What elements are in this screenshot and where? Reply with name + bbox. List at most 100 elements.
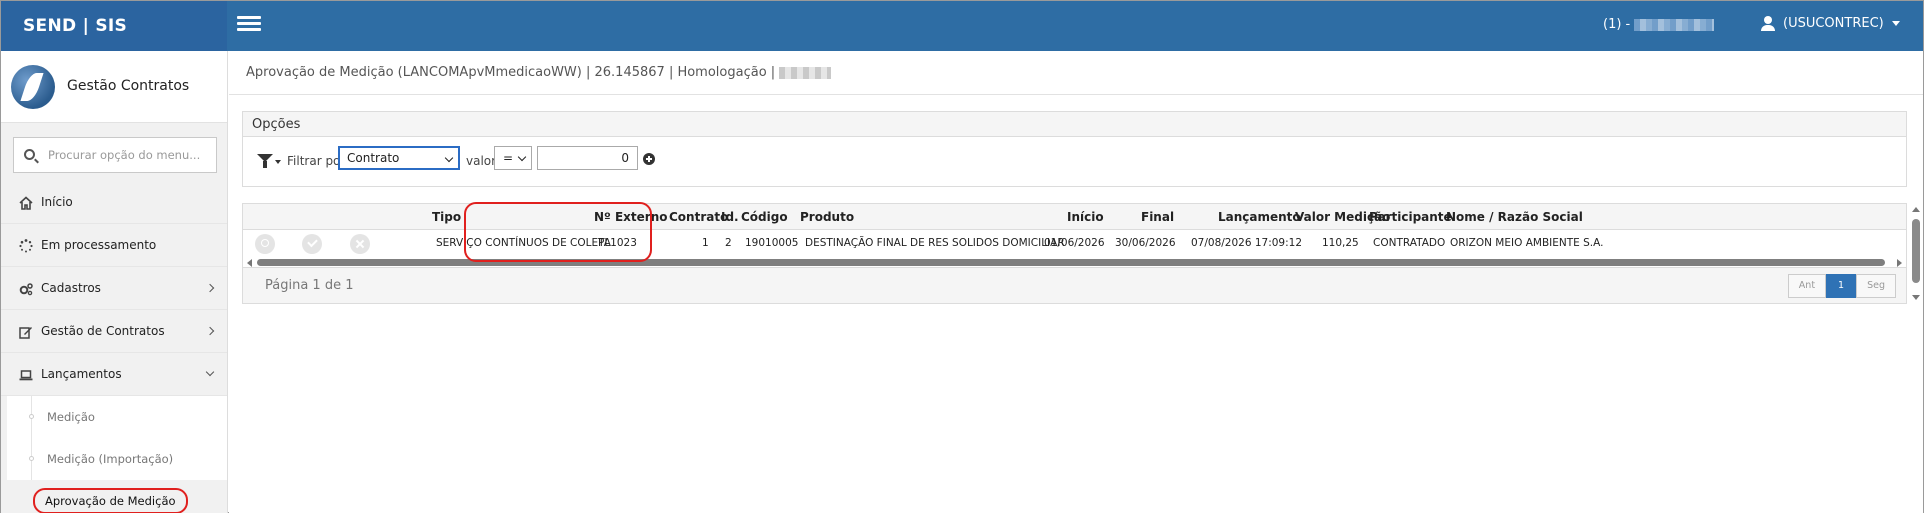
approve-icon[interactable] xyxy=(302,234,322,254)
filter-field-value: Contrato xyxy=(347,151,400,165)
bullet-icon xyxy=(29,414,34,419)
column-header-n-externo[interactable]: Nº Externo xyxy=(594,204,668,230)
table-header: Tipo Nº Externo Contrato Id. Código Prod… xyxy=(243,204,1906,230)
page-title: Aprovação de Medição (LANCOMApvMmedicaoW… xyxy=(229,51,1923,95)
filter-field-select[interactable]: Contrato xyxy=(338,146,460,170)
grid-footer: Página 1 de 1 Ant 1 Seg xyxy=(243,267,1906,303)
main-content: Aprovação de Medição (LANCOMApvMmedicaoW… xyxy=(229,51,1923,513)
cell-n-externo: PL1023 xyxy=(598,237,637,249)
brand-logo[interactable]: SEND | SIS xyxy=(1,1,227,51)
view-icon[interactable] xyxy=(255,234,275,254)
chevron-down-icon xyxy=(517,152,527,162)
cell-produto: DESTINAÇÃO FINAL DE RES SOLIDOS DOMICILI… xyxy=(805,237,1065,249)
column-header-codigo[interactable]: Código xyxy=(741,204,788,230)
cell-id: 2 xyxy=(725,237,732,249)
cell-contrato: 1 xyxy=(702,237,709,249)
value-input[interactable]: 0 xyxy=(537,146,638,170)
grid-frame: Tipo Nº Externo Contrato Id. Código Prod… xyxy=(242,203,1907,304)
value-label: valor xyxy=(466,154,497,168)
column-header-produto[interactable]: Produto xyxy=(800,204,854,230)
prev-page-button[interactable]: Ant xyxy=(1787,274,1827,298)
filter-icon[interactable] xyxy=(257,153,281,171)
search-icon xyxy=(24,149,35,160)
redacted-environment xyxy=(779,66,832,79)
sidebar-item-label: Em processamento xyxy=(41,238,157,252)
cell-participante: CONTRATADO xyxy=(1373,237,1446,249)
chevron-down-icon xyxy=(1891,21,1900,26)
spinner-icon xyxy=(19,239,33,253)
reject-icon[interactable] xyxy=(350,234,370,254)
user-menu[interactable]: (USUCONTREC) xyxy=(1761,16,1900,31)
cell-tipo: SERVIÇO CONTÍNUOS DE COLETA xyxy=(436,237,611,249)
submenu-item-aprovacao-medicao[interactable]: Aprovação de Medição xyxy=(7,480,227,513)
sidebar-item-label: Cadastros xyxy=(41,281,101,295)
column-header-lancamento[interactable]: Lançamento xyxy=(1218,204,1301,230)
cell-nome: ORIZON MEIO AMBIENTE S.A. xyxy=(1450,237,1604,249)
scroll-up-icon[interactable] xyxy=(1912,207,1920,212)
gears-icon xyxy=(19,283,33,296)
chevron-down-icon xyxy=(205,367,215,377)
redacted-environment-name xyxy=(1634,18,1715,31)
user-icon xyxy=(1761,16,1775,31)
column-header-participante[interactable]: Participante xyxy=(1369,204,1452,230)
next-page-button[interactable]: Seg xyxy=(1856,274,1896,298)
filter-label: Filtrar por xyxy=(287,154,346,168)
home-icon xyxy=(19,196,33,210)
cell-codigo: 19010005 xyxy=(745,237,799,249)
submenu-item-medicao[interactable]: Medição xyxy=(7,396,227,438)
column-header-contrato[interactable]: Contrato xyxy=(669,204,728,230)
column-header-nome[interactable]: Nome / Razão Social xyxy=(1446,204,1583,230)
sidebar-item-label: Gestão de Contratos xyxy=(41,324,165,338)
vertical-scrollbar[interactable] xyxy=(1911,203,1922,304)
horizontal-scrollbar[interactable] xyxy=(243,257,1906,267)
chevron-right-icon xyxy=(205,283,215,293)
cell-final: 30/06/2026 xyxy=(1115,237,1176,249)
scroll-down-icon[interactable] xyxy=(1912,295,1920,300)
column-header-inicio[interactable]: Início xyxy=(1067,204,1104,230)
sidebar-item-em-processamento[interactable]: Em processamento xyxy=(1,224,227,267)
sidebar-item-label: Lançamentos xyxy=(41,367,122,381)
app-title: Gestão Contratos xyxy=(67,78,190,94)
bullet-icon xyxy=(29,456,34,461)
laptop-icon xyxy=(19,370,33,381)
page-info: Página 1 de 1 xyxy=(265,278,354,293)
app-header: Gestão Contratos xyxy=(1,51,227,123)
column-header-tipo[interactable]: Tipo xyxy=(432,204,461,230)
options-panel: Opções Filtrar por Contrato valor = 0 xyxy=(242,111,1907,187)
options-title: Opções xyxy=(243,112,1906,137)
scroll-left-icon[interactable] xyxy=(247,259,252,267)
sidebar-item-inicio[interactable]: Início xyxy=(1,181,227,224)
scrollbar-thumb[interactable] xyxy=(257,259,1885,266)
column-header-id[interactable]: Id. xyxy=(721,204,739,230)
environment-label: (1) - xyxy=(1603,17,1715,32)
app-logo-icon xyxy=(11,65,55,109)
menu-search xyxy=(13,137,218,173)
scroll-right-icon[interactable] xyxy=(1897,259,1902,267)
submenu-item-label: Medição xyxy=(47,410,95,424)
cell-inicio: 01/06/2026 xyxy=(1044,237,1105,249)
submenu-item-medicao-importacao[interactable]: Medição (Importação) xyxy=(7,438,227,480)
column-header-final[interactable]: Final xyxy=(1141,204,1174,230)
operator-value: = xyxy=(503,151,514,165)
sidebar-item-cadastros[interactable]: Cadastros xyxy=(1,267,227,310)
add-filter-icon[interactable] xyxy=(643,153,655,165)
table-row[interactable]: SERVIÇO CONTÍNUOS DE COLETA PL1023 1 2 1… xyxy=(243,230,1906,257)
sidebar-item-lancamentos[interactable]: Lançamentos xyxy=(1,353,227,396)
submenu-item-label: Aprovação de Medição xyxy=(33,488,188,513)
cell-valor-medicao: 110,25 xyxy=(1322,237,1359,249)
user-name: (USUCONTREC) xyxy=(1783,16,1884,31)
top-bar: SEND | SIS (1) - (USUCONTREC) xyxy=(1,1,1923,51)
sidebar: Gestão Contratos Início Em processamento… xyxy=(1,51,228,513)
sidebar-item-gestao-contratos[interactable]: Gestão de Contratos xyxy=(1,310,227,353)
operator-select[interactable]: = xyxy=(494,146,532,170)
chevron-down-icon xyxy=(444,153,454,163)
page-1-button[interactable]: 1 xyxy=(1826,274,1857,298)
cell-lancamento: 07/08/2026 17:09:12 xyxy=(1191,237,1303,249)
menu-toggle-icon[interactable] xyxy=(237,16,261,34)
scrollbar-thumb[interactable] xyxy=(1912,219,1920,283)
lancamentos-submenu: Medição Medição (Importação) Aprovação d… xyxy=(7,396,227,513)
page-title-text: Aprovação de Medição (LANCOMApvMmedicaoW… xyxy=(246,65,776,80)
sidebar-item-label: Início xyxy=(41,195,73,209)
submenu-item-label: Medição (Importação) xyxy=(47,452,174,466)
menu-search-input[interactable] xyxy=(48,138,218,172)
